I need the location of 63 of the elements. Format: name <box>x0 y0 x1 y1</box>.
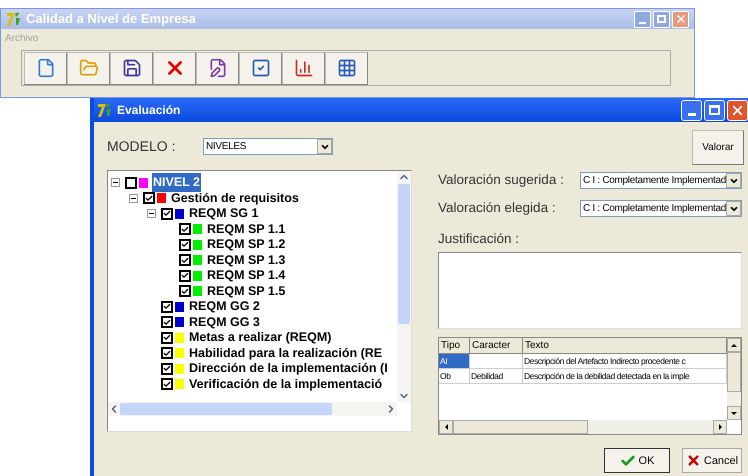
horizontal-scrollbar[interactable] <box>439 420 727 434</box>
checkbox[interactable] <box>161 300 173 313</box>
dropdown[interactable]: NIVELES <box>203 138 333 155</box>
table-cell: AI <box>439 354 470 368</box>
toolbar-button[interactable] <box>153 52 196 84</box>
minimize-button[interactable] <box>681 100 702 120</box>
checkbox[interactable] <box>161 362 173 375</box>
close-icon <box>674 13 686 25</box>
expander-icon[interactable] <box>147 209 156 218</box>
column-header[interactable]: Tipo <box>439 338 470 354</box>
table-cell: Ob <box>439 369 470 384</box>
toolbar-button[interactable] <box>239 52 282 84</box>
maximize-button[interactable] <box>704 100 725 120</box>
table-cell: Debilidad <box>470 369 523 384</box>
toolbar-button[interactable] <box>325 52 368 84</box>
checkbox[interactable] <box>161 347 173 360</box>
dropdown[interactable]: C I : Completamente Implementad <box>580 200 742 217</box>
checkbox[interactable] <box>161 208 173 220</box>
field-label: Valoración elegida : <box>438 199 557 218</box>
window-title: Calidad a Nivel de Empresa <box>26 10 197 28</box>
grid-icon <box>336 58 356 78</box>
vertical-scrollbar[interactable] <box>397 171 411 402</box>
field-label: Valoración sugerida : <box>438 171 565 190</box>
field-label: Justificación : <box>438 230 520 248</box>
toolbar-button[interactable] <box>282 52 325 84</box>
checkbox[interactable] <box>179 285 191 298</box>
field-label: MODELO : <box>107 137 176 156</box>
folder-icon <box>78 58 98 78</box>
close-button[interactable] <box>727 100 748 120</box>
tree-item[interactable]: NIVEL 2 <box>152 173 202 192</box>
expander-icon[interactable] <box>111 178 120 188</box>
chart-icon <box>294 58 314 78</box>
toolbar-button[interactable] <box>24 52 67 84</box>
toolbar-button[interactable] <box>110 52 153 84</box>
edit-icon <box>208 58 228 78</box>
app-logo-icon <box>6 11 22 27</box>
checkbox[interactable] <box>125 176 137 189</box>
checklist-icon <box>250 58 270 78</box>
checkbox[interactable] <box>161 378 173 390</box>
check-icon <box>145 194 153 203</box>
ok-button[interactable]: OK <box>604 448 670 474</box>
cancel-icon <box>686 453 701 468</box>
window-title: Evaluación <box>117 102 182 119</box>
checkbox[interactable] <box>161 316 173 328</box>
dropdown[interactable]: C I : Completamente Implementad <box>580 172 742 189</box>
valorar-button[interactable]: Valorar <box>692 130 744 165</box>
page-icon <box>36 58 56 78</box>
horizontal-scrollbar[interactable] <box>108 402 397 416</box>
expander-icon[interactable] <box>129 194 138 203</box>
checkbox[interactable] <box>179 254 191 266</box>
toolbar-button[interactable] <box>196 52 239 84</box>
column-header[interactable]: Caracter <box>470 338 523 354</box>
checkbox[interactable] <box>161 332 173 344</box>
vertical-scrollbar[interactable] <box>727 338 741 420</box>
checkbox[interactable] <box>179 223 191 236</box>
save-icon <box>122 58 142 78</box>
checkbox[interactable] <box>143 192 155 204</box>
checkbox[interactable] <box>179 238 191 251</box>
check-icon <box>163 209 171 218</box>
justification-field[interactable] <box>438 252 742 330</box>
cancel-button[interactable]: Cancel <box>682 448 742 474</box>
app-logo-icon <box>97 102 113 118</box>
checkbox[interactable] <box>179 270 191 282</box>
